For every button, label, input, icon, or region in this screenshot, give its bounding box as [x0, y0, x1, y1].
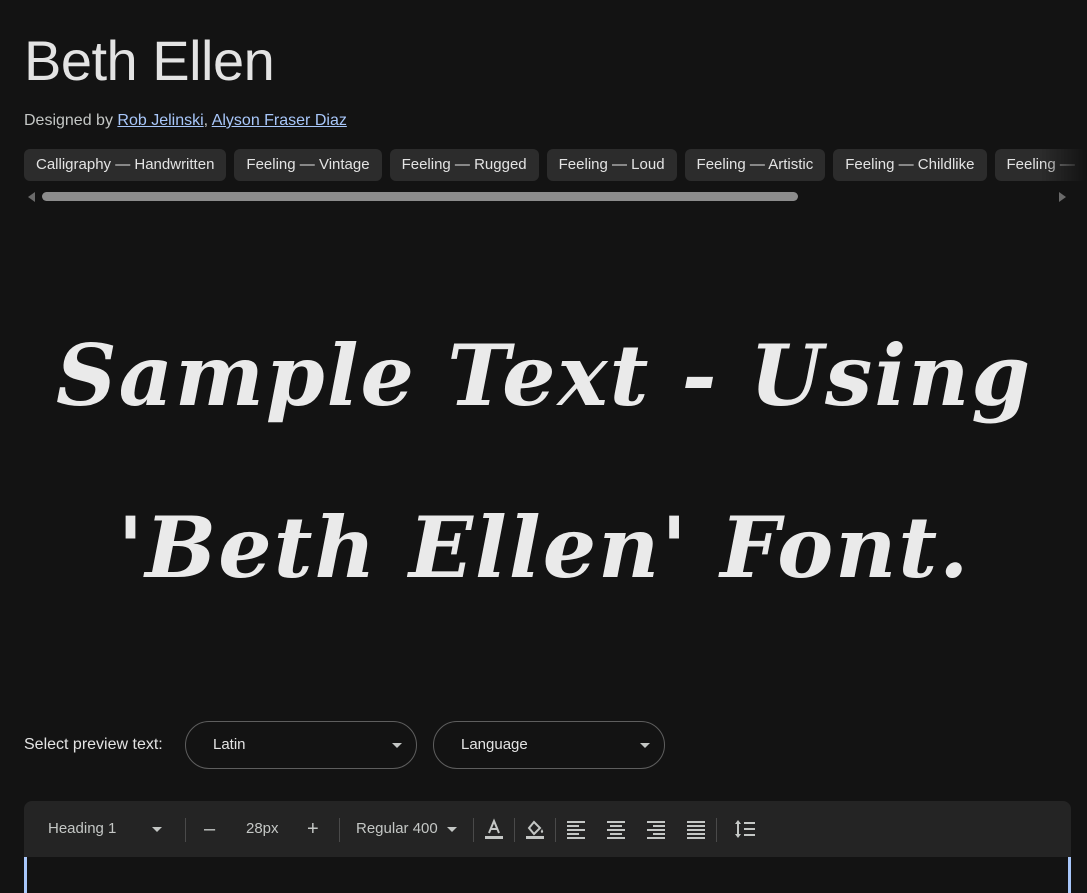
toolbar-divider: [185, 818, 186, 842]
chevron-down-icon: [640, 743, 650, 748]
chevron-down-icon: [447, 827, 457, 832]
scroll-right-arrow-icon[interactable]: [1059, 192, 1066, 202]
style-select[interactable]: Heading 1: [48, 801, 168, 857]
toolbar-divider: [473, 818, 474, 842]
align-center-icon[interactable]: [604, 817, 628, 841]
preview-toolbar: Heading 1 – 28px + Regular 400: [24, 801, 1071, 857]
chevron-down-icon: [392, 743, 402, 748]
weight-select[interactable]: Regular 400: [356, 801, 466, 857]
chevron-down-icon: [152, 827, 162, 832]
designer-separator: ,: [203, 112, 212, 129]
language-select-placeholder: Language: [461, 736, 528, 753]
language-select[interactable]: Language: [433, 721, 665, 769]
align-left-icon[interactable]: [564, 817, 588, 841]
font-sample-text: Sample Text - Using 'Beth Ellen' Font.: [55, 326, 1033, 597]
scroll-left-arrow-icon[interactable]: [28, 192, 35, 202]
designer-link-alyson-fraser-diaz[interactable]: Alyson Fraser Diaz: [212, 112, 347, 129]
text-color-icon[interactable]: [482, 817, 506, 841]
minus-icon: –: [204, 818, 216, 840]
designed-by-label: Designed by: [24, 112, 113, 129]
tag-chip[interactable]: Calligraphy — Handwritten: [24, 149, 227, 181]
tag-chip[interactable]: Feeling —: [994, 149, 1087, 181]
align-justify-icon[interactable]: [684, 817, 708, 841]
highlight-icon[interactable]: [523, 817, 547, 841]
toolbar-divider: [514, 818, 515, 842]
align-right-icon[interactable]: [644, 817, 668, 841]
tag-chip-list: Calligraphy — Handwritten Feeling — Vinta…: [24, 149, 1087, 181]
preview-text-editor[interactable]: [24, 857, 1071, 893]
preview-text-label: Select preview text:: [24, 736, 163, 753]
decrease-size-button[interactable]: –: [204, 801, 215, 857]
designer-credits: Designed by Rob Jelinski, Alyson Fraser …: [24, 111, 347, 131]
script-select-value: Latin: [213, 736, 246, 753]
toolbar-divider: [716, 818, 717, 842]
horizontal-scrollbar-thumb[interactable]: [42, 192, 798, 201]
toolbar-divider: [555, 818, 556, 842]
tag-chip[interactable]: Feeling — Childlike: [833, 149, 987, 181]
script-select[interactable]: Latin: [185, 721, 417, 769]
increase-size-button[interactable]: +: [307, 801, 319, 857]
tag-chip[interactable]: Feeling — Rugged: [389, 149, 539, 181]
tag-chip[interactable]: Feeling — Artistic: [684, 149, 826, 181]
font-title: Beth Ellen: [24, 29, 275, 92]
plus-icon: +: [307, 818, 319, 840]
toolbar-divider: [339, 818, 340, 842]
style-select-value: Heading 1: [48, 820, 117, 837]
tag-chip[interactable]: Feeling — Loud: [546, 149, 677, 181]
weight-select-value: Regular 400: [356, 820, 438, 837]
tag-chip[interactable]: Feeling — Vintage: [234, 149, 382, 181]
font-size-value: 28px: [246, 820, 279, 837]
line-height-icon[interactable]: [733, 817, 757, 841]
designer-link-rob-jelinski[interactable]: Rob Jelinski: [117, 112, 203, 129]
